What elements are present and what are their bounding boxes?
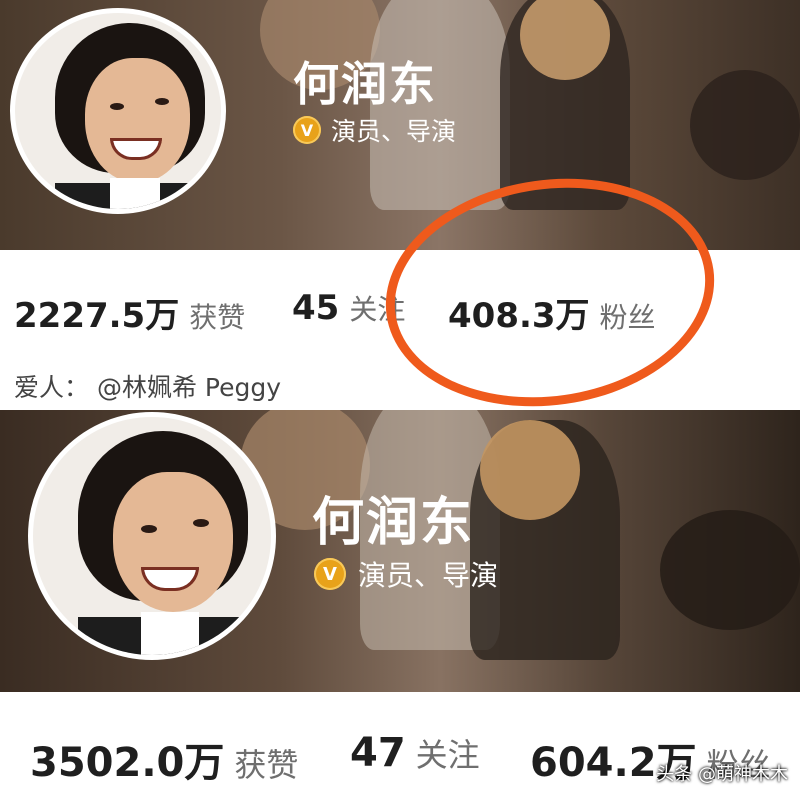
likes-label: 获赞 xyxy=(234,746,299,784)
banner-photo-dog xyxy=(480,420,580,520)
role-text: 演员、导演 xyxy=(358,559,499,592)
spouse-link[interactable]: @林姵希 Peggy xyxy=(97,373,281,402)
avatar[interactable] xyxy=(10,8,226,214)
following-label: 关注 xyxy=(415,736,480,774)
banner-photo-lamp xyxy=(690,70,800,180)
verified-badge-icon: V xyxy=(293,116,321,144)
likes-label: 获赞 xyxy=(189,301,246,334)
stat-likes[interactable]: 3502.0万 获赞 xyxy=(30,730,298,788)
following-count: 45 xyxy=(292,288,340,328)
profile-screenshot-after: 何润东 V 演员、导演 3502.0万 获赞 47 关注 604.2万 粉丝 xyxy=(0,410,800,794)
likes-count: 3502.0万 xyxy=(30,740,225,786)
spouse-prefix: 爱人： xyxy=(14,373,90,402)
verified-role-row: V 演员、导演 xyxy=(293,112,456,148)
following-count: 47 xyxy=(350,730,406,776)
profile-screenshot-before: 何润东 V 演员、导演 2227.5万 获赞 45 关注 408.3万 粉丝 爱… xyxy=(0,0,800,410)
profile-name: 何润东 xyxy=(293,57,437,111)
verified-badge-icon: V xyxy=(314,558,346,590)
banner-photo-lamp xyxy=(660,510,800,630)
stat-following[interactable]: 47 关注 xyxy=(350,730,480,776)
watermark: 头条 @萌神木木 xyxy=(656,764,788,785)
spouse-row: 爱人： @林姵希 Peggy xyxy=(14,368,281,404)
likes-count: 2227.5万 xyxy=(14,296,180,336)
avatar[interactable] xyxy=(28,412,276,660)
profile-name: 何润东 xyxy=(312,493,475,553)
stat-likes[interactable]: 2227.5万 获赞 xyxy=(14,288,245,337)
role-text: 演员、导演 xyxy=(331,117,457,146)
verified-role-row: V 演员、导演 xyxy=(314,554,498,594)
